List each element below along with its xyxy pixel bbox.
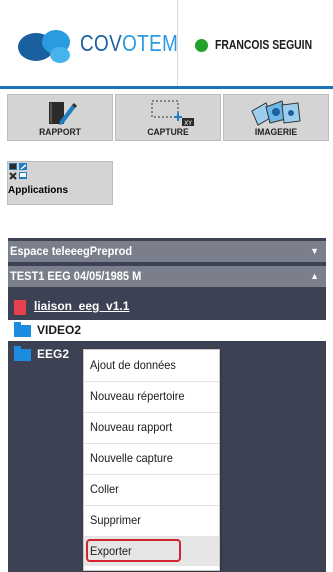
online-status-icon — [195, 39, 208, 52]
folder-icon — [14, 346, 31, 361]
workspace-header[interactable]: Espace teleeegPreprod ▼ — [8, 241, 326, 262]
capture-selection-icon: XY — [116, 99, 220, 127]
user-name[interactable]: FRANCOIS SEGUIN — [215, 37, 312, 52]
document-file-icon — [14, 300, 26, 315]
imaging-icon — [224, 99, 328, 126]
tree-file-item[interactable]: liaison_eeg_v1.1 — [12, 297, 312, 317]
collapse-down-icon[interactable]: ▼ — [310, 241, 319, 262]
patient-header[interactable]: TEST1 EEG 04/05/1985 M ▲ — [8, 266, 326, 287]
context-menu: Ajout de données Nouveau répertoire Nouv… — [83, 349, 220, 571]
header-divider — [177, 0, 178, 88]
capture-button[interactable]: XY CAPTURE — [115, 94, 221, 141]
imagerie-button[interactable]: IMAGERIE — [223, 94, 329, 141]
menu-item-nouveau-repertoire[interactable]: Nouveau répertoire — [84, 382, 219, 411]
toolbar: RAPPORT XY CAPTURE IMAGERIE Applications — [0, 89, 333, 236]
folder-name: VIDEO2 — [37, 323, 82, 337]
workspace-title: Espace teleeegPreprod — [10, 244, 133, 258]
apps-grid-icon — [8, 162, 112, 185]
menu-item-nouveau-rapport[interactable]: Nouveau rapport — [84, 413, 219, 442]
patient-title: TEST1 EEG 04/05/1985 M — [10, 269, 142, 283]
rapport-button[interactable]: RAPPORT — [7, 94, 113, 141]
capture-label: CAPTURE — [147, 127, 189, 138]
folder-icon — [14, 322, 31, 337]
applications-button[interactable]: Applications — [7, 161, 113, 205]
report-pencil-icon — [8, 99, 112, 125]
menu-item-nouvelle-capture[interactable]: Nouvelle capture — [84, 444, 219, 473]
menu-item-exporter[interactable]: Exporter — [84, 537, 219, 566]
applications-label: Applications — [8, 185, 69, 196]
menu-item-ajout-donnees[interactable]: Ajout de données — [84, 351, 219, 380]
brand-name: COVOTEM — [80, 30, 179, 56]
menu-item-coller[interactable]: Coller — [84, 475, 219, 504]
rapport-label: RAPPORT — [39, 127, 81, 138]
menu-item-supprimer[interactable]: Supprimer — [84, 506, 219, 535]
covotem-logo-icon — [18, 30, 70, 63]
file-name: liaison_eeg_v1.1 — [34, 299, 130, 313]
app-header: COVOTEM FRANCOIS SEGUIN — [0, 0, 333, 89]
folder-name: EEG2 — [37, 347, 70, 361]
imagerie-label: IMAGERIE — [254, 127, 298, 138]
tree-folder-selected[interactable]: VIDEO2 — [8, 320, 326, 341]
svg-text:XY: XY — [184, 120, 192, 127]
collapse-up-icon[interactable]: ▲ — [310, 266, 319, 287]
